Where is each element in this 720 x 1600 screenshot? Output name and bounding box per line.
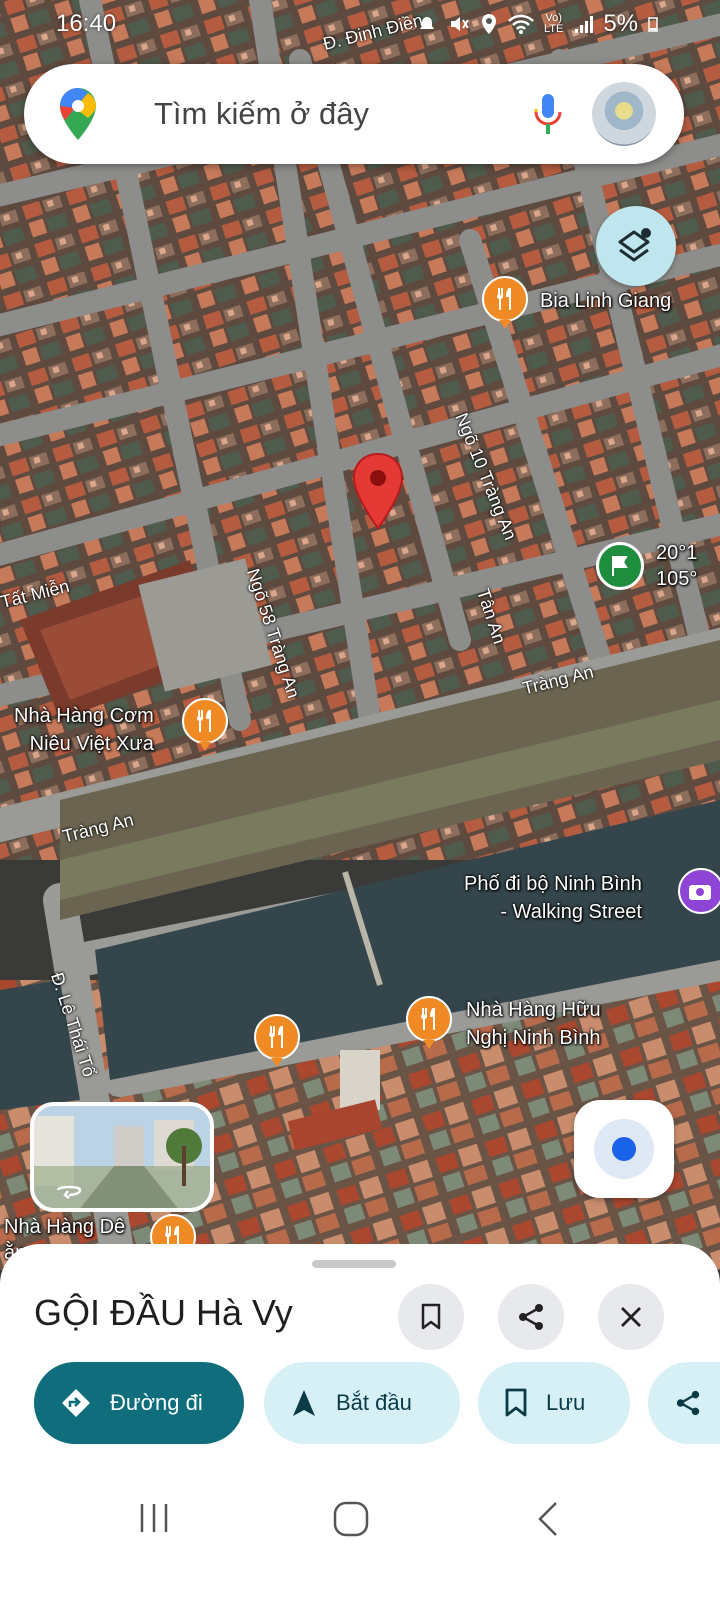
bookmark-icon [421,1303,441,1330]
share-button[interactable] [498,1284,564,1350]
bookmark-button[interactable] [398,1284,464,1350]
fork-knife-icon [420,1008,435,1030]
sheet-drag-handle[interactable] [312,1260,396,1268]
layers-icon [618,228,651,262]
coordinate-label: 20°1 105° [656,540,697,592]
location-dot-icon [612,1137,636,1161]
search-bar[interactable]: Tìm kiếm ở đây [24,64,684,164]
attraction-pin-walking-street[interactable] [678,868,720,914]
status-bar: 16:40 Vo) LTE 5% [0,0,720,50]
my-location-button[interactable] [574,1100,674,1198]
start-label: Bắt đầu [336,1390,412,1415]
directions-icon [60,1387,92,1419]
save-button[interactable]: Lưu [478,1362,630,1444]
flag-icon [612,556,628,576]
status-icons: Vo) LTE 5% [416,10,658,38]
poi-label-line: Nhà Hàng Dê [4,1216,126,1238]
restaurant-pin-bia-linh-giang[interactable] [482,276,528,329]
google-maps-logo-icon [60,88,96,140]
back-icon[interactable] [536,1500,560,1538]
location-icon [481,14,496,34]
close-icon [621,1307,641,1327]
restaurant-pin-huu-nghi[interactable] [406,996,452,1049]
save-label: Lưu [546,1390,586,1415]
map-imagery [0,0,720,1270]
system-navigation-bar [0,1480,720,1600]
poi-label-huu-nghi[interactable]: Nhà Hàng Hữu Nghị Ninh Bình [466,996,601,1052]
search-input[interactable]: Tìm kiếm ở đây [154,96,369,132]
start-navigation-button[interactable]: Bắt đầu [264,1362,460,1444]
poi-label-nha-hang-com[interactable]: Nhà Hàng Cơm Niêu Việt Xưa [14,702,154,758]
notification-icon [419,17,434,29]
navigation-arrow-icon [290,1388,318,1418]
poi-label-line: Nghị Ninh Bình [466,1027,601,1049]
share-pill-button[interactable] [648,1362,720,1444]
coordinate-lat: 20°1 [656,542,698,564]
directions-label: Đường đi [110,1390,203,1415]
mute-icon [450,17,469,31]
bookmark-icon [504,1388,528,1418]
selected-place-pin[interactable] [350,452,406,532]
battery-percentage: 5% [603,10,638,37]
close-button[interactable] [598,1284,664,1350]
fork-knife-icon [196,710,211,732]
signal-icon [575,16,594,33]
poi-label-line: Nhà Hàng Hữu [466,999,601,1021]
status-time: 16:40 [56,10,117,37]
restaurant-pin-nha-hang-com[interactable] [182,698,228,751]
account-avatar[interactable] [592,82,656,146]
street-view-thumbnail[interactable] [30,1102,214,1212]
poi-label-line: - Walking Street [500,901,642,923]
restaurant-pin-unnamed[interactable] [254,1014,300,1067]
flag-marker[interactable] [596,542,644,590]
poi-label-line: Phố đi bộ Ninh Bình [464,873,642,895]
fork-knife-icon [496,288,511,310]
poi-label-bia-linh-giang[interactable]: Bia Linh Giang [540,287,671,315]
directions-button[interactable]: Đường đi [34,1362,244,1444]
camera-icon [689,885,711,900]
place-title: GỘI ĐẦU Hà Vy [34,1292,293,1333]
satellite-map[interactable]: Đ. Đinh Điền Bia Linh Giang Ngõ 10 Tràng… [0,0,720,1270]
wifi-icon [508,14,534,34]
coordinate-lng: 105° [656,568,698,590]
home-icon[interactable] [332,1500,370,1538]
rotate-360-icon [56,1185,82,1199]
share-icon [674,1389,702,1417]
recent-apps-icon[interactable] [136,1500,172,1536]
poi-label-pho-di-bo[interactable]: Phố đi bộ Ninh Bình - Walking Street [464,870,642,926]
share-icon [519,1304,543,1330]
poi-label-line: Niêu Việt Xưa [29,733,154,755]
microphone-icon[interactable] [530,90,566,138]
battery-icon [648,17,658,32]
map-layers-button[interactable] [596,206,676,286]
volte-icon: Vo) LTE [543,12,564,35]
fork-knife-icon [268,1026,283,1048]
poi-label-line: Nhà Hàng Cơm [14,705,154,727]
